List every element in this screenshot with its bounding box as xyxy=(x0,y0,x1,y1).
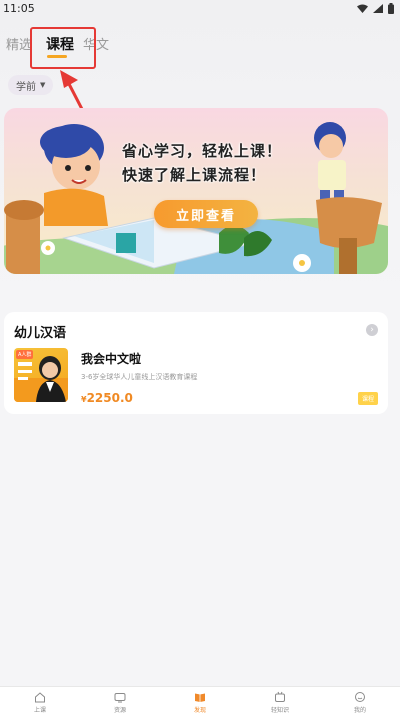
status-bar: 11:05 xyxy=(0,0,400,20)
view-now-button[interactable]: 立即查看 xyxy=(154,200,258,228)
nav-label: 我的 xyxy=(353,707,366,714)
nav-item-knowledge[interactable]: 轻知识 xyxy=(240,687,320,721)
section-title: 幼儿汉语 xyxy=(14,326,67,341)
course-section-card: 幼儿汉语 › A人群 我会中文啦 3-6岁全球华人儿童线上汉语教育课程 ¥225… xyxy=(4,312,388,414)
profile-icon xyxy=(355,692,365,702)
course-description: 3-6岁全球华人儿童线上汉语教育课程 xyxy=(81,373,198,381)
banner-headline-2: 快速了解上课流程！ xyxy=(122,166,267,184)
banner-illustration xyxy=(4,122,388,274)
tab-featured[interactable]: 精选 xyxy=(6,34,32,53)
price-value: 2250.0 xyxy=(86,391,133,405)
course-thumbnail[interactable]: A人群 xyxy=(14,348,68,402)
annotation-highlight-box xyxy=(30,27,96,69)
signal-icon xyxy=(373,4,383,13)
knowledge-icon xyxy=(275,691,285,702)
nav-item-resources[interactable]: 资源 xyxy=(80,687,160,721)
book-icon xyxy=(195,693,205,702)
wifi-icon xyxy=(357,4,368,13)
course-type-badge: 课程 xyxy=(357,392,378,405)
thumbnail-tag: A人群 xyxy=(16,350,34,359)
more-arrow-icon[interactable]: › xyxy=(366,324,378,336)
home-icon xyxy=(35,692,45,703)
course-title[interactable]: 我会中文啦 xyxy=(81,350,141,367)
tv-icon xyxy=(114,693,126,703)
nav-label: 上课 xyxy=(33,707,46,714)
status-icons xyxy=(357,3,394,14)
battery-icon xyxy=(388,3,394,14)
course-price: ¥2250.0 xyxy=(81,391,133,405)
bottom-navigation: 上课 资源 发现 轻知识 我的 xyxy=(0,686,400,721)
nav-item-class[interactable]: 上课 xyxy=(0,687,80,721)
nav-label: 轻知识 xyxy=(270,707,289,714)
nav-item-profile[interactable]: 我的 xyxy=(320,687,400,721)
banner-headline-1: 省心学习，轻松上课！ xyxy=(122,142,283,160)
nav-item-discover[interactable]: 发现 xyxy=(160,687,240,721)
filter-label: 学前 xyxy=(16,81,36,93)
caret-down-icon: ▼ xyxy=(40,81,46,89)
promo-banner[interactable]: 省心学习，轻松上课！ 快速了解上课流程！ 立即查看 xyxy=(4,108,388,274)
nav-label: 资源 xyxy=(113,707,126,714)
nav-label: 发现 xyxy=(193,707,206,714)
age-filter-dropdown[interactable]: 学前 ▼ xyxy=(8,75,54,95)
status-time: 11:05 xyxy=(3,2,35,15)
